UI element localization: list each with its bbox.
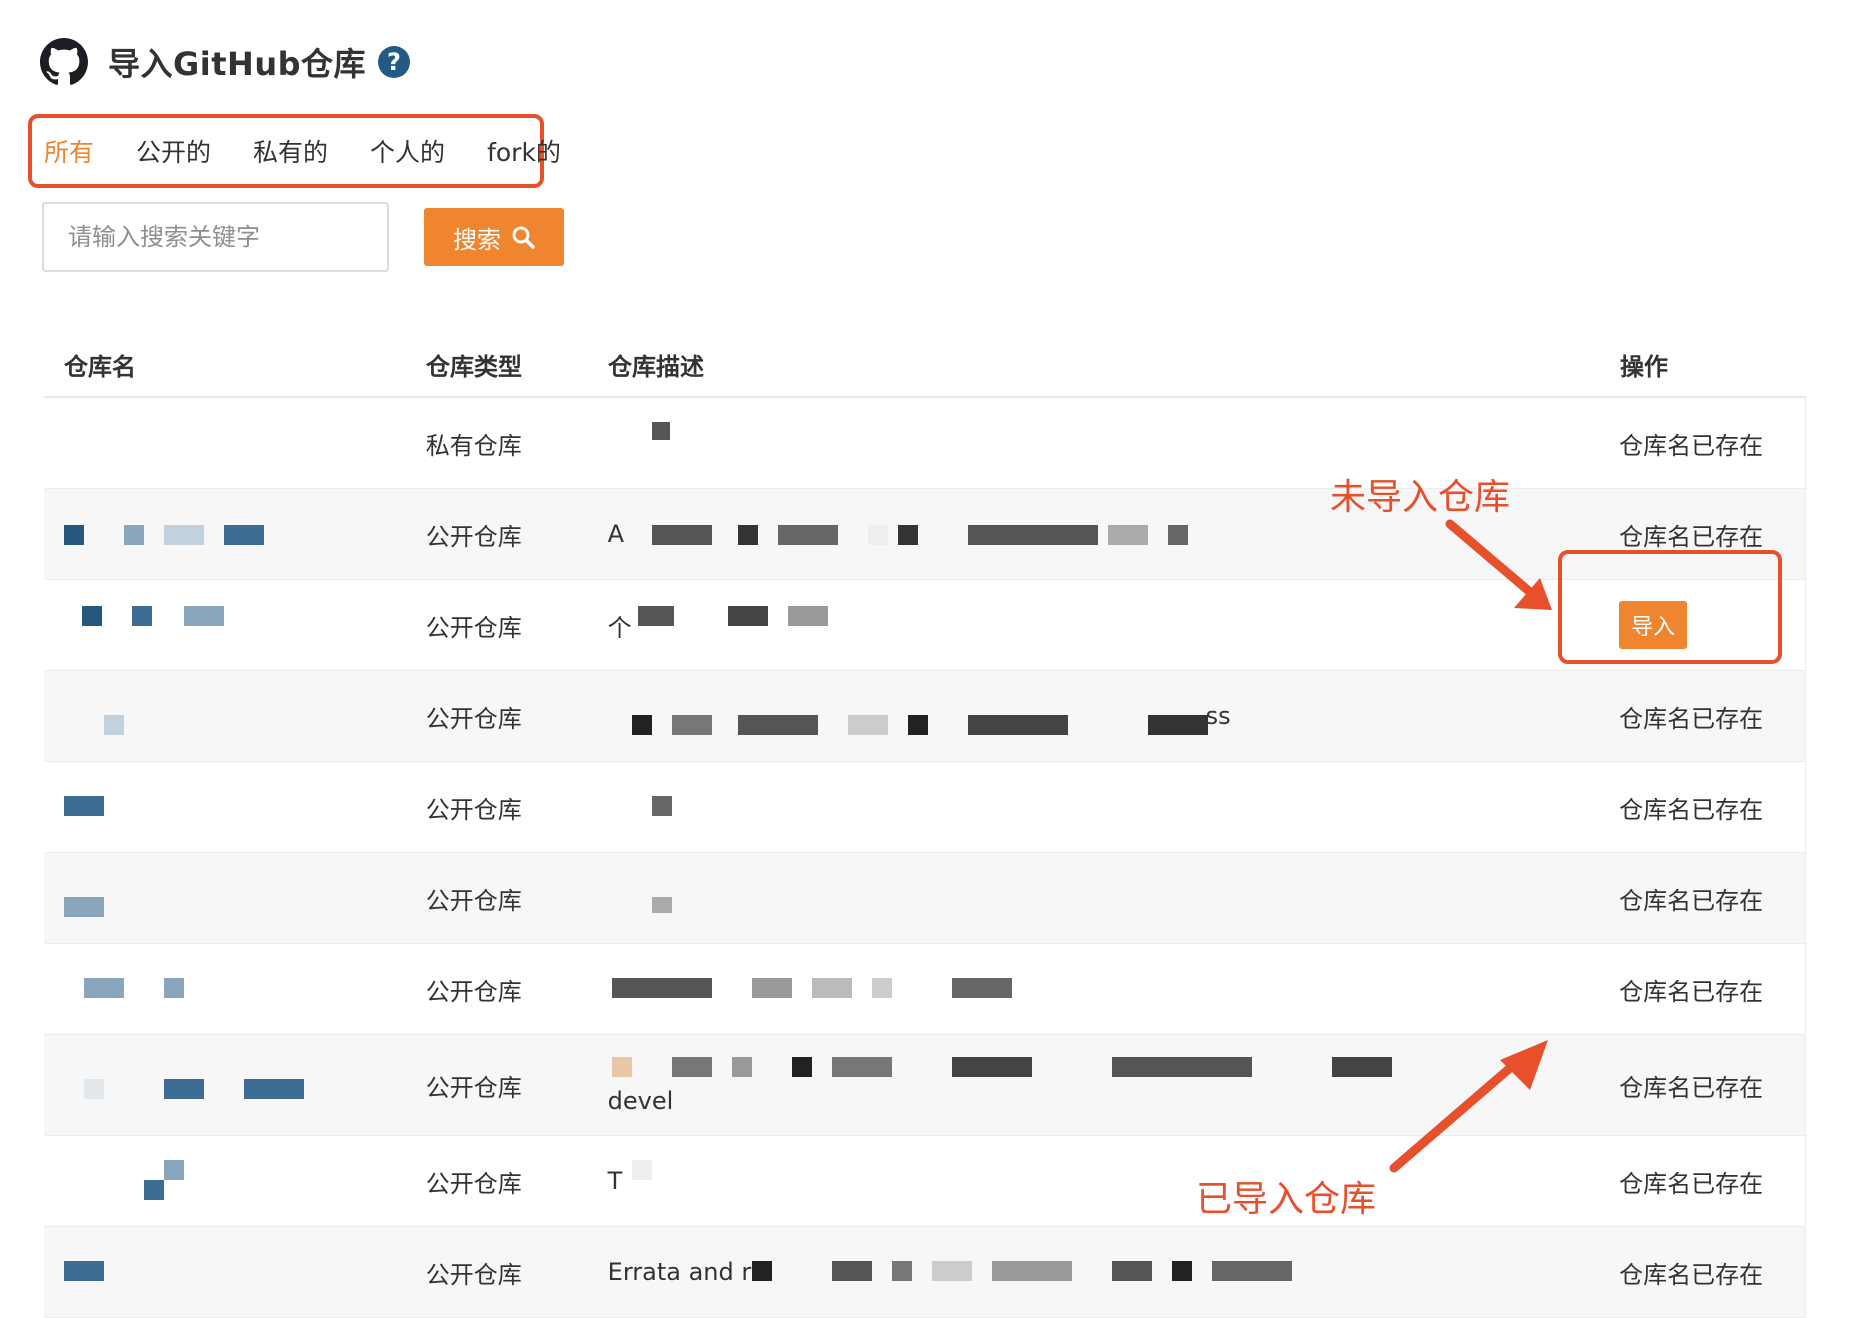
annotation-arrows (1389, 519, 1552, 1173)
arrow-imported (1389, 1063, 1515, 1173)
arrow-not-imported (1445, 519, 1535, 597)
arrow-imported-head (1500, 1040, 1548, 1090)
